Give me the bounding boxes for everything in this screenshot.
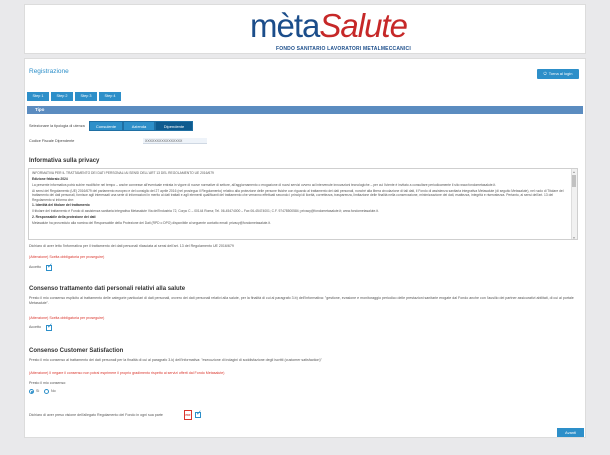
login-icon: ⏻ [543,71,547,76]
user-type-consulente[interactable]: Consulente [89,121,123,131]
privacy-section-2-title: 2. Responsabile della protezione dei dat… [32,215,96,220]
health-accept-label: Accetto [29,325,41,329]
scroll-thumb[interactable] [572,175,576,187]
health-consent-heading: Consenso trattamento dati personali rela… [29,286,186,292]
privacy-section-2-text: Metasalute ha provveduto alla nomina del… [32,221,271,226]
privacy-text-box[interactable]: INFORMATIVA PER IL TRATTAMENTO DEI DATI … [28,168,578,240]
privacy-accept-label: Accetto [29,265,41,269]
check-icon: ✓ [47,323,53,330]
pdf-icon[interactable]: PDF [184,410,192,420]
privacy-warning: (Attenzione) Scelta obbligatoria per pro… [29,255,105,259]
back-to-login-button[interactable]: ⏻ Torna al login [537,69,579,79]
regulation-declaration: Dichiaro di aver preso visione dell'alle… [29,413,163,417]
user-type-selector: Consulente Azienda Dipendente [89,121,193,131]
customer-consent-question: Presto il mio consenso: [29,381,67,385]
back-to-login-label: Torna al login [548,71,573,76]
customer-consent-heading: Consenso Customer Satisfaction [29,348,124,354]
privacy-section-1-text: Il titolare del trattamento è Fondo di a… [32,209,379,214]
user-type-azienda[interactable]: Azienda [123,121,155,131]
customer-consent-warning: (Attenzione) Il negare il consenso non p… [29,371,225,375]
page-title: Registrazione [29,68,69,75]
check-icon: ✓ [196,410,202,417]
check-icon: ✓ [47,263,53,270]
health-consent-warning: (Attenzione) Scelta obbligatoria per pro… [29,316,105,320]
customer-consent-yes-label: Sì [36,389,40,393]
customer-consent-no-radio[interactable] [44,389,49,394]
health-accept-checkbox[interactable]: ✓ [46,323,53,331]
customer-consent-no-label: No [51,389,56,393]
privacy-accept-checkbox[interactable]: ✓ [46,263,53,271]
tipo-section-header: Tipo [27,106,583,114]
privacy-title-line: INFORMATIVA PER IL TRATTAMENTO DEI DATI … [32,171,214,175]
site-header: mètaSalute FONDO SANITARIO LAVORATORI ME… [24,4,586,54]
health-consent-text: Presto il mio consenso esplicito al trat… [29,296,574,305]
scroll-up-icon[interactable]: ▲ [572,170,576,174]
user-type-dipendente[interactable]: Dipendente [155,121,193,131]
logo-salute-text: Salute [319,7,408,44]
privacy-paragraph-1: La presente informativa potrà subire mod… [32,182,497,187]
registration-panel: Registrazione ⏻ Torna al login Step 1 Ste… [24,58,586,438]
scroll-down-icon[interactable]: ▼ [572,236,576,239]
customer-consent-yes-radio[interactable] [29,389,34,394]
step-tab-3[interactable]: Step 3 [75,92,97,101]
step-tab-1[interactable]: Step 1 [27,92,49,101]
step-tab-4[interactable]: Step 4 [99,92,121,101]
logo-subtitle: FONDO SANITARIO LAVORATORI METALMECCANIC… [276,46,411,52]
privacy-edition: Edizione febbraio 2024 [32,176,68,181]
privacy-scrollbar[interactable]: ▲ ▼ [571,169,577,239]
customer-consent-text: Presto il mio consenso al trattamento de… [29,358,322,362]
next-button[interactable]: Avanti [557,428,584,437]
privacy-paragraph-2: Ai sensi del Regolamento (UE) 2016/679 d… [32,188,564,202]
logo-meta-text: mèta [250,7,320,44]
step-tab-2[interactable]: Step 2 [51,92,73,101]
step-tabs: Step 1 Step 2 Step 3 Step 4 [27,92,121,101]
privacy-declaration: Dichiaro di aver letto l'informativa per… [29,244,234,248]
privacy-heading: Informativa sulla privacy [29,158,100,164]
codice-fiscale-label: Codice Fiscale Dipendente [29,139,75,143]
metasalute-logo: mètaSalute FONDO SANITARIO LAVORATORI ME… [250,8,440,54]
privacy-section-1-title: 1. Identità del titolare del trattamento [32,203,90,208]
codice-fiscale-input[interactable] [143,138,207,144]
regulation-checkbox[interactable]: ✓ [195,410,202,418]
user-type-label: Selezionare la tipologia di utenza [29,124,85,128]
